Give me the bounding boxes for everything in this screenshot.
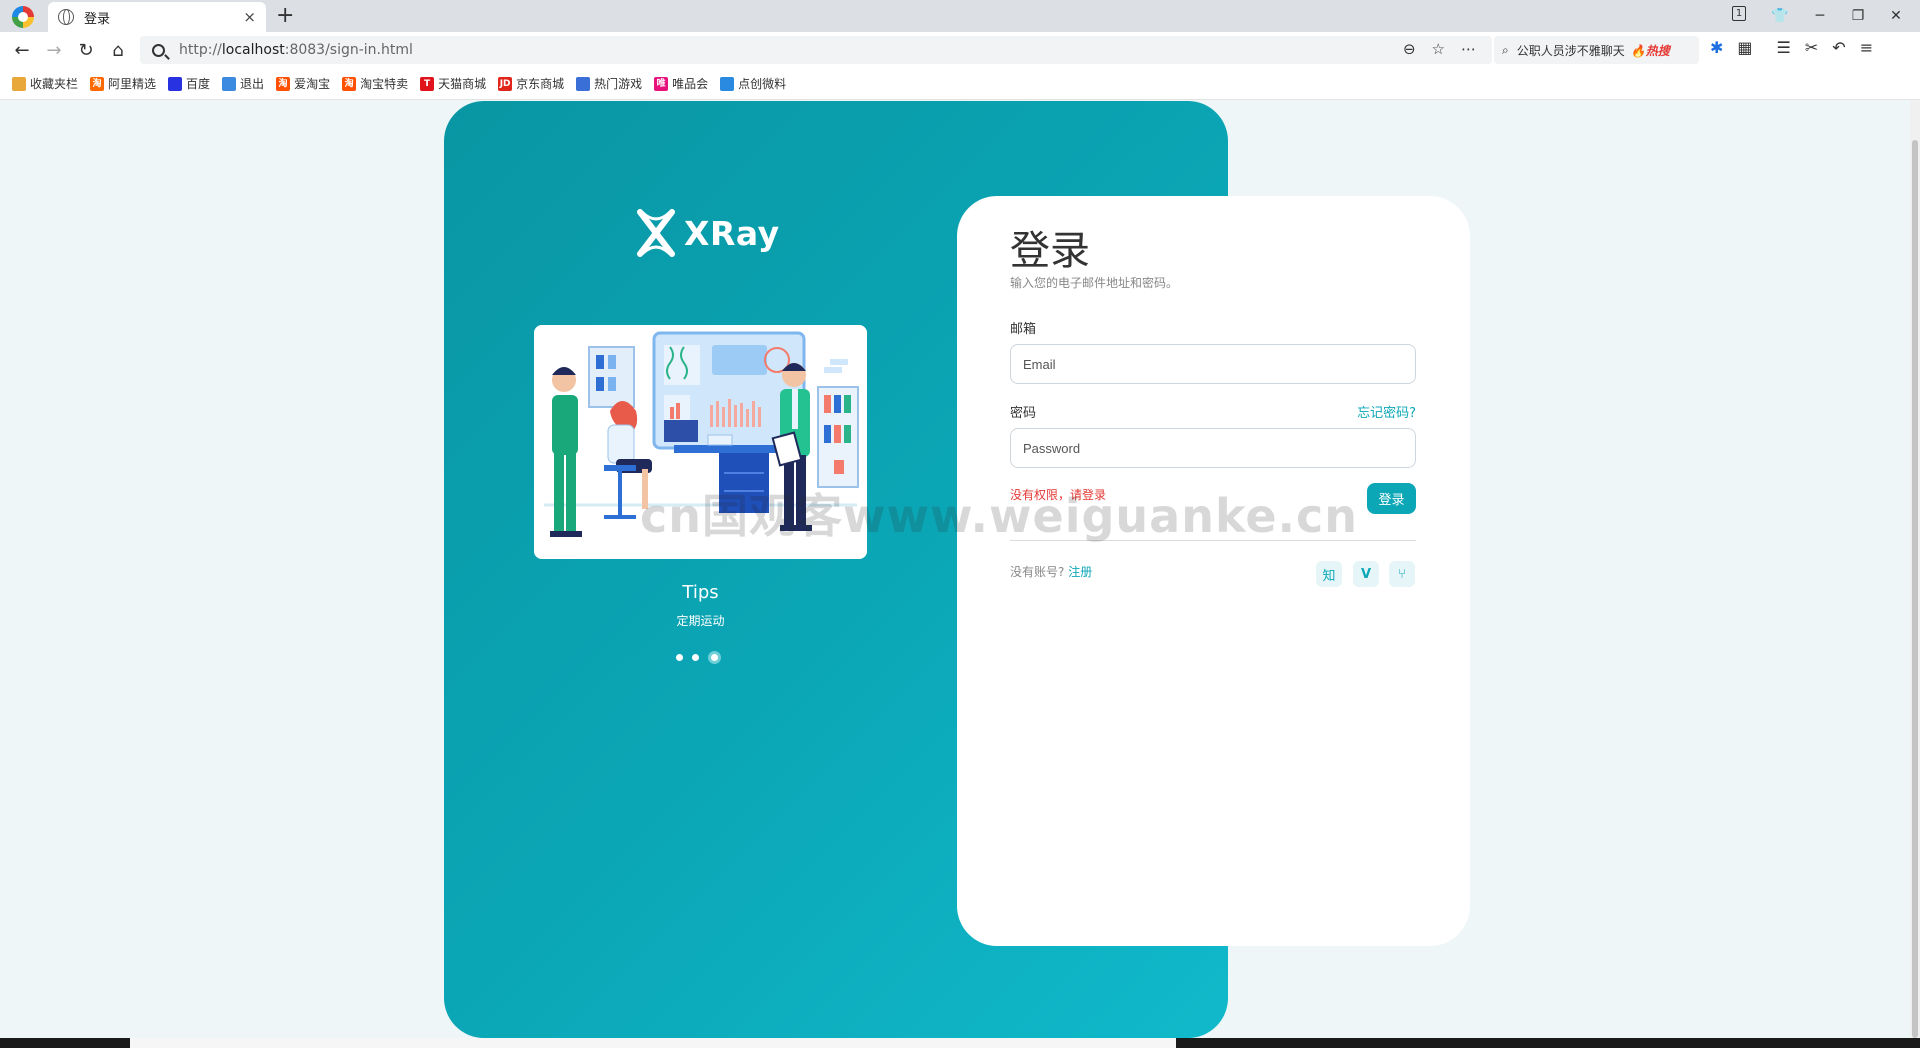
bookmark-site-icon: 唯	[654, 76, 669, 91]
scrollbar-thumb[interactable]	[1912, 140, 1918, 1038]
carousel-indicators	[676, 651, 721, 664]
bookmark-label: 百度	[186, 77, 211, 91]
bookmark-item[interactable]: 百度	[168, 75, 210, 92]
brand-logo: XRay	[634, 208, 780, 258]
bookmark-label: 京东商城	[516, 77, 565, 91]
bookmark-label: 点创微料	[738, 77, 787, 91]
apps-grid-icon[interactable]: ▦	[1737, 38, 1752, 57]
search-icon: ⌕	[1502, 42, 1509, 57]
forward-arrow-icon[interactable]: →	[42, 38, 66, 62]
bookmark-item[interactable]: 淘淘宝特卖	[342, 75, 408, 92]
error-message: 没有权限，请登录	[1010, 488, 1107, 502]
browser-nav-bar: ← → ↻ ⌂ http://localhost:8083/sign-in.ht…	[0, 32, 1920, 68]
bookmark-label: 收藏夹栏	[30, 77, 79, 91]
browser-tab-bar: 登录 × + 1 👕 ─ ❐ ✕	[0, 0, 1920, 32]
register-link[interactable]: 注册	[1068, 565, 1092, 579]
bookmark-site-icon: 淘	[276, 76, 291, 91]
bookmark-label: 淘宝特卖	[360, 77, 409, 91]
page-scrollbar[interactable]	[1910, 100, 1920, 1038]
home-icon[interactable]: ⌂	[106, 38, 130, 62]
bookmarks-bar: 收藏夹栏淘阿里精选 百度 退出淘爱淘宝淘淘宝特卖 T 天猫商城 JD 京东商城 热门游戏唯唯品…	[0, 68, 1920, 100]
restore-button[interactable]: ❐	[1846, 4, 1870, 28]
bookmark-item[interactable]: 淘爱淘宝	[276, 75, 330, 92]
globe-icon	[58, 9, 74, 25]
bookmark-site-icon: 淘	[90, 76, 105, 91]
password-field[interactable]	[1010, 428, 1416, 468]
bookmark-label: 唯品会	[672, 77, 709, 91]
bookmark-item[interactable]: 淘阿里精选	[90, 75, 156, 92]
tab-close-button[interactable]: ×	[243, 8, 256, 26]
reload-icon[interactable]: ↻	[74, 38, 98, 62]
bookmark-site-icon: 淘	[342, 76, 357, 91]
bookmark-site-icon	[222, 76, 237, 91]
carousel-subtitle: 定期运动	[676, 614, 725, 628]
carousel-illustration	[534, 325, 867, 559]
tab-title: 登录	[84, 11, 111, 27]
tab-count-badge[interactable]: 1	[1732, 6, 1746, 21]
brand-name: XRay	[684, 213, 780, 253]
vue-login-icon[interactable]: V	[1353, 561, 1379, 587]
bookmark-label: 退出	[240, 77, 265, 91]
bookmark-site-icon	[720, 76, 735, 91]
password-label: 密码	[1010, 406, 1037, 421]
bookmark-label: 阿里精选	[108, 77, 157, 91]
bookmark-label: 爱淘宝	[294, 77, 331, 91]
divider	[1010, 540, 1416, 541]
bookmark-site-icon	[168, 76, 183, 91]
folder-icon	[12, 76, 26, 91]
address-bar[interactable]: http://localhost:8083/sign-in.html ⊖ ☆ ⋯	[140, 36, 1492, 64]
bookmark-item[interactable]: 热门游戏	[576, 75, 642, 92]
zoom-icon[interactable]: ⊖	[1403, 40, 1416, 58]
xray-logo-icon	[637, 209, 675, 257]
forgot-password-link[interactable]: 忘记密码?	[1357, 402, 1416, 421]
bookmark-site-icon: JD	[498, 76, 513, 91]
email-field[interactable]	[1010, 344, 1416, 384]
login-subtitle: 输入您的电子邮件地址和密码。	[1010, 276, 1179, 290]
search-icon	[152, 43, 165, 57]
carousel-dot[interactable]	[708, 651, 721, 664]
menu-icon[interactable]: ≡	[1860, 38, 1873, 57]
bookmark-label: 天猫商城	[438, 77, 487, 91]
back-arrow-icon[interactable]: ←	[10, 38, 34, 62]
bookmark-site-icon: T	[420, 76, 435, 91]
bookmark-item[interactable]: T 天猫商城	[420, 75, 486, 92]
login-title: 登录	[1010, 228, 1090, 274]
login-button[interactable]: 登录	[1367, 483, 1416, 514]
bookmark-item[interactable]: 点创微料	[720, 75, 786, 92]
carousel-dot[interactable]	[676, 654, 683, 661]
bookmark-label: 热门游戏	[594, 77, 643, 91]
bookmark-item[interactable]: 收藏夹栏	[12, 75, 78, 92]
favorites-icon[interactable]: ☰	[1777, 38, 1791, 57]
bookmark-site-icon	[576, 76, 591, 91]
hot-search-text: 公职人员涉不雅聊天	[1516, 43, 1625, 58]
browser-tab-active[interactable]: 登录 ×	[48, 2, 266, 32]
close-window-button[interactable]: ✕	[1884, 4, 1908, 28]
browser-logo-icon[interactable]	[12, 6, 34, 28]
zhihu-login-icon[interactable]: 知	[1316, 561, 1342, 587]
bookmark-item[interactable]: 唯唯品会	[654, 75, 708, 92]
no-account-text: 没有账号? 注册	[1010, 565, 1093, 579]
new-tab-button[interactable]: +	[276, 3, 294, 28]
scissors-icon[interactable]: ✂	[1805, 38, 1818, 57]
hot-search-badge: 🔥热搜	[1630, 43, 1670, 58]
address-url: http://localhost:8083/sign-in.html	[179, 42, 413, 58]
email-label: 邮箱	[1010, 322, 1037, 337]
shirt-icon[interactable]: 👕	[1768, 4, 1792, 28]
more-icon[interactable]: ⋯	[1461, 40, 1476, 58]
extension-puzzle-icon[interactable]: ✱	[1710, 38, 1723, 57]
bookmark-item[interactable]: 退出	[222, 75, 264, 92]
carousel-title: Tips	[682, 582, 719, 603]
git-branch-login-icon[interactable]: ⑂	[1389, 561, 1415, 587]
bookmark-item[interactable]: JD 京东商城	[498, 75, 564, 92]
undo-icon[interactable]: ↶	[1832, 38, 1845, 57]
hot-search-box[interactable]: ⌕ 公职人员涉不雅聊天 🔥热搜	[1494, 36, 1699, 64]
os-taskbar	[0, 1038, 1920, 1048]
minimize-button[interactable]: ─	[1808, 4, 1832, 28]
carousel-dot[interactable]	[692, 654, 699, 661]
bookmark-star-icon[interactable]: ☆	[1432, 40, 1445, 58]
